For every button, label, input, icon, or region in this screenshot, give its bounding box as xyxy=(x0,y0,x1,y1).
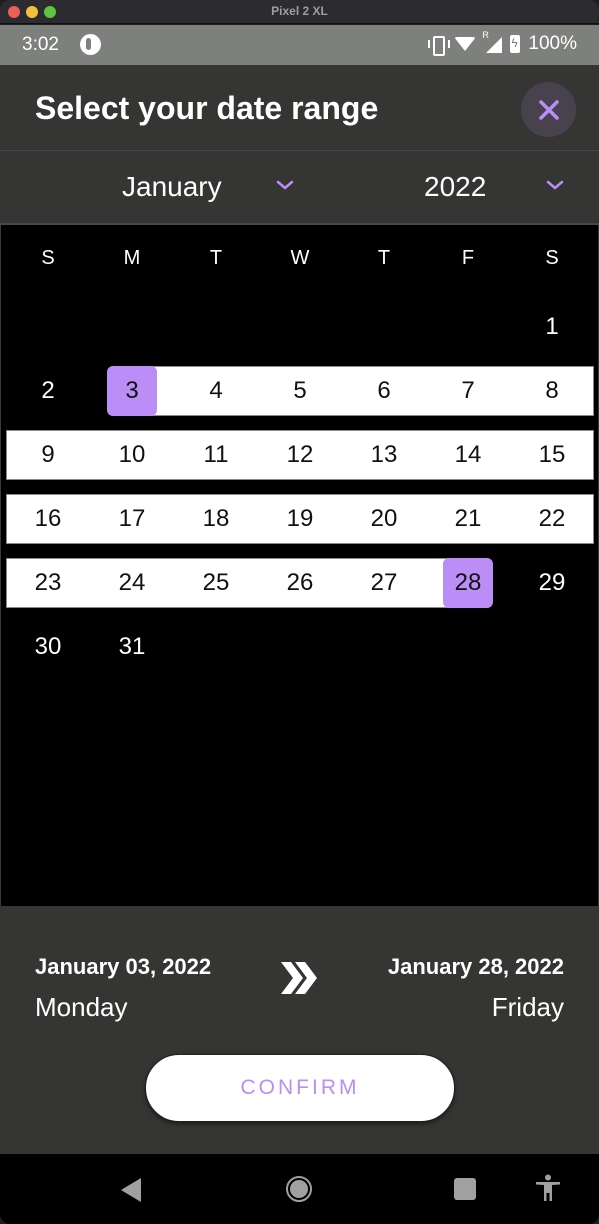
calendar-day[interactable]: 31 xyxy=(107,622,157,672)
calendar-day[interactable]: 16 xyxy=(23,494,73,544)
dialog-title: Select your date range xyxy=(35,90,379,126)
weekday-header: S xyxy=(41,247,55,269)
calendar-day[interactable]: 15 xyxy=(527,430,577,480)
selected-day[interactable]: 28 xyxy=(443,558,493,608)
calendar-day[interactable]: 2 xyxy=(23,366,73,416)
chevron-down-icon[interactable] xyxy=(545,179,565,191)
end-weekday: Friday xyxy=(491,992,564,1022)
weekday-header: F xyxy=(461,247,475,269)
calendar-day[interactable]: 9 xyxy=(23,430,73,480)
calendar-day[interactable]: 23 xyxy=(23,558,73,608)
calendar-day[interactable]: 24 xyxy=(107,558,157,608)
window-title: Pixel 2 XL xyxy=(271,4,328,18)
back-icon[interactable] xyxy=(121,1178,141,1202)
end-date: January 28, 2022 xyxy=(387,954,564,979)
calendar-day[interactable]: 18 xyxy=(191,494,241,544)
calendar-day[interactable]: 27 xyxy=(359,558,409,608)
roaming-indicator: R xyxy=(482,30,489,40)
battery-percent: 100% xyxy=(528,33,577,54)
window-titlebar: Pixel 2 XL xyxy=(0,0,599,24)
recent-apps-icon[interactable] xyxy=(454,1178,476,1200)
android-nav-bar xyxy=(0,1154,599,1224)
month-dropdown[interactable]: January xyxy=(122,171,222,203)
weekday-header: T xyxy=(377,247,391,269)
calendar-day[interactable]: 12 xyxy=(275,430,325,480)
status-bar: 3:02 R 100% xyxy=(0,25,599,65)
double-chevron-right-icon xyxy=(281,962,317,994)
confirm-button[interactable]: CONFIRM xyxy=(145,1054,455,1122)
calendar-day[interactable]: 14 xyxy=(443,430,493,480)
start-weekday: Monday xyxy=(35,992,128,1022)
weekday-header: W xyxy=(290,247,310,269)
status-time: 3:02 xyxy=(22,34,59,55)
cell-signal-icon: R xyxy=(482,30,503,53)
start-date: January 03, 2022 xyxy=(35,954,212,979)
close-button[interactable] xyxy=(521,82,576,137)
calendar-day[interactable]: 26 xyxy=(275,558,325,608)
month-year-selectors: January 2022 xyxy=(0,151,599,225)
calendar-day[interactable]: 20 xyxy=(359,494,409,544)
calendar-day[interactable]: 13 xyxy=(359,430,409,480)
year-dropdown[interactable]: 2022 xyxy=(424,171,486,203)
calendar-day[interactable]: 10 xyxy=(107,430,157,480)
calendar-day[interactable]: 11 xyxy=(191,430,241,480)
calendar-day[interactable]: 6 xyxy=(359,366,409,416)
calendar-grid: S M T W T F S 1 2 3 4 5 6 7 8 9 10 11 12 13 14 15 16 17 18 19 20 21… xyxy=(0,225,599,906)
app-notification-icon xyxy=(80,34,101,55)
range-summary: January 03, 2022 Monday January 28, 2022… xyxy=(0,906,599,1154)
calendar-day[interactable]: 30 xyxy=(23,622,73,672)
accessibility-icon[interactable] xyxy=(535,1174,561,1202)
calendar-day[interactable]: 5 xyxy=(275,366,325,416)
calendar-day[interactable]: 17 xyxy=(107,494,157,544)
home-icon[interactable] xyxy=(286,1176,312,1202)
date-range-picker: Select your date range January 2022 SMTW… xyxy=(0,65,599,1154)
calendar-day[interactable]: 19 xyxy=(275,494,325,544)
chevron-down-icon[interactable] xyxy=(275,179,295,191)
weekday-header: S xyxy=(545,247,559,269)
calendar-day[interactable]: 4 xyxy=(191,366,241,416)
calendar-day[interactable]: 8 xyxy=(527,366,577,416)
close-icon xyxy=(538,99,559,120)
vibrate-icon xyxy=(428,36,451,56)
calendar-day[interactable]: 29 xyxy=(527,558,577,608)
calendar-day[interactable]: 1 xyxy=(527,302,577,352)
selected-day[interactable]: 3 xyxy=(107,366,157,416)
battery-charging-icon xyxy=(510,35,521,53)
calendar-day[interactable]: 7 xyxy=(443,366,493,416)
calendar-day[interactable]: 25 xyxy=(191,558,241,608)
dialog-header: Select your date range xyxy=(0,65,599,151)
calendar-day[interactable]: 21 xyxy=(443,494,493,544)
calendar-day[interactable]: 22 xyxy=(527,494,577,544)
weekday-header: T xyxy=(209,247,223,269)
weekday-header: M xyxy=(123,247,141,269)
wifi-icon xyxy=(454,37,477,51)
